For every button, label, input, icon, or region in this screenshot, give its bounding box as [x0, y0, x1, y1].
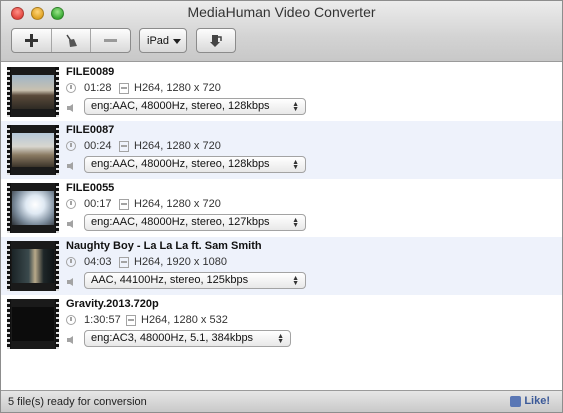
audio-track-dropdown[interactable]: eng:AAC, 48000Hz, stereo, 127kbps ▲ ▼ [84, 214, 306, 231]
format-preset-dropdown[interactable]: iPad [139, 28, 187, 53]
like-label: Like! [524, 395, 550, 407]
thumbs-up-icon [510, 395, 522, 407]
film-icon [119, 83, 129, 94]
file-actions-group [11, 28, 131, 53]
file-list: FILE0089 01:28 H264, 1280 x 720 eng:AAC,… [1, 63, 562, 389]
add-files-button[interactable] [12, 29, 52, 52]
file-row[interactable]: FILE0087 00:24 H264, 1280 x 720 eng:AAC,… [1, 121, 562, 179]
file-duration: 01:28 [84, 82, 112, 94]
speaker-icon [67, 278, 73, 286]
file-duration: 00:17 [84, 198, 112, 210]
updown-arrows-icon: ▲ ▼ [292, 159, 299, 171]
status-text: 5 file(s) ready for conversion [8, 396, 147, 408]
plus-icon [24, 34, 38, 47]
convert-button[interactable] [196, 28, 236, 53]
app-window: MediaHuman Video Converter iPad FILE0089… [0, 0, 563, 413]
film-icon [119, 141, 129, 152]
file-name: FILE0087 [66, 124, 115, 136]
audio-track-label: eng:AAC, 48000Hz, stereo, 128kbps [91, 158, 270, 170]
audio-track-dropdown[interactable]: eng:AC3, 48000Hz, 5.1, 384kbps ▲ ▼ [84, 330, 291, 347]
file-row[interactable]: Gravity.2013.720p 1:30:57 H264, 1280 x 5… [1, 295, 562, 353]
clock-icon [66, 141, 76, 151]
updown-arrows-icon: ▲ ▼ [292, 101, 299, 113]
file-row[interactable]: Naughty Boy - La La La ft. Sam Smith 04:… [1, 237, 562, 295]
file-duration: 1:30:57 [84, 314, 121, 326]
file-name: FILE0089 [66, 66, 115, 78]
convert-icon [210, 34, 222, 47]
audio-track-dropdown[interactable]: AAC, 44100Hz, stereo, 125kbps ▲ ▼ [84, 272, 306, 289]
file-duration: 00:24 [84, 140, 112, 152]
video-info: H264, 1280 x 720 [134, 140, 221, 152]
speaker-icon [67, 162, 73, 170]
video-thumbnail [7, 67, 59, 117]
status-bar: 5 file(s) ready for conversion Like! [1, 390, 562, 412]
file-row[interactable]: FILE0089 01:28 H264, 1280 x 720 eng:AAC,… [1, 63, 562, 121]
video-thumbnail [7, 241, 59, 291]
file-name: FILE0055 [66, 182, 115, 194]
file-name: Naughty Boy - La La La ft. Sam Smith [66, 240, 262, 252]
audio-track-dropdown[interactable]: eng:AAC, 48000Hz, stereo, 128kbps ▲ ▼ [84, 156, 306, 173]
file-name: Gravity.2013.720p [66, 298, 159, 310]
window-title: MediaHuman Video Converter [187, 4, 376, 20]
remove-file-button[interactable] [91, 29, 130, 52]
speaker-icon [67, 336, 73, 344]
film-icon [119, 257, 129, 268]
clear-list-button[interactable] [52, 29, 92, 52]
broom-icon [66, 34, 77, 47]
updown-arrows-icon: ▲ ▼ [292, 275, 299, 287]
video-info: H264, 1280 x 720 [134, 198, 221, 210]
audio-track-label: eng:AC3, 48000Hz, 5.1, 384kbps [91, 332, 254, 344]
clock-icon [66, 257, 76, 267]
clock-icon [66, 199, 76, 209]
audio-track-label: eng:AAC, 48000Hz, stereo, 128kbps [91, 100, 270, 112]
video-info: H264, 1280 x 720 [134, 82, 221, 94]
film-icon [126, 315, 136, 326]
video-thumbnail [7, 299, 59, 349]
updown-arrows-icon: ▲ ▼ [277, 333, 284, 345]
chevron-down-icon [173, 39, 181, 44]
file-duration: 04:03 [84, 256, 112, 268]
speaker-icon [67, 104, 73, 112]
video-thumbnail [7, 125, 59, 175]
minus-icon [104, 39, 118, 42]
clock-icon [66, 83, 76, 93]
title-bar: MediaHuman Video Converter iPad [1, 1, 562, 62]
like-button[interactable]: Like! [510, 395, 550, 407]
file-row[interactable]: FILE0055 00:17 H264, 1280 x 720 eng:AAC,… [1, 179, 562, 237]
updown-arrows-icon: ▲ ▼ [292, 217, 299, 229]
clock-icon [66, 315, 76, 325]
audio-track-label: AAC, 44100Hz, stereo, 125kbps [91, 274, 249, 286]
film-icon [119, 199, 129, 210]
preset-label: iPad [147, 34, 170, 47]
video-info: H264, 1920 x 1080 [134, 256, 227, 268]
video-thumbnail [7, 183, 59, 233]
audio-track-label: eng:AAC, 48000Hz, stereo, 127kbps [91, 216, 270, 228]
video-info: H264, 1280 x 532 [141, 314, 228, 326]
speaker-icon [67, 220, 73, 228]
audio-track-dropdown[interactable]: eng:AAC, 48000Hz, stereo, 128kbps ▲ ▼ [84, 98, 306, 115]
